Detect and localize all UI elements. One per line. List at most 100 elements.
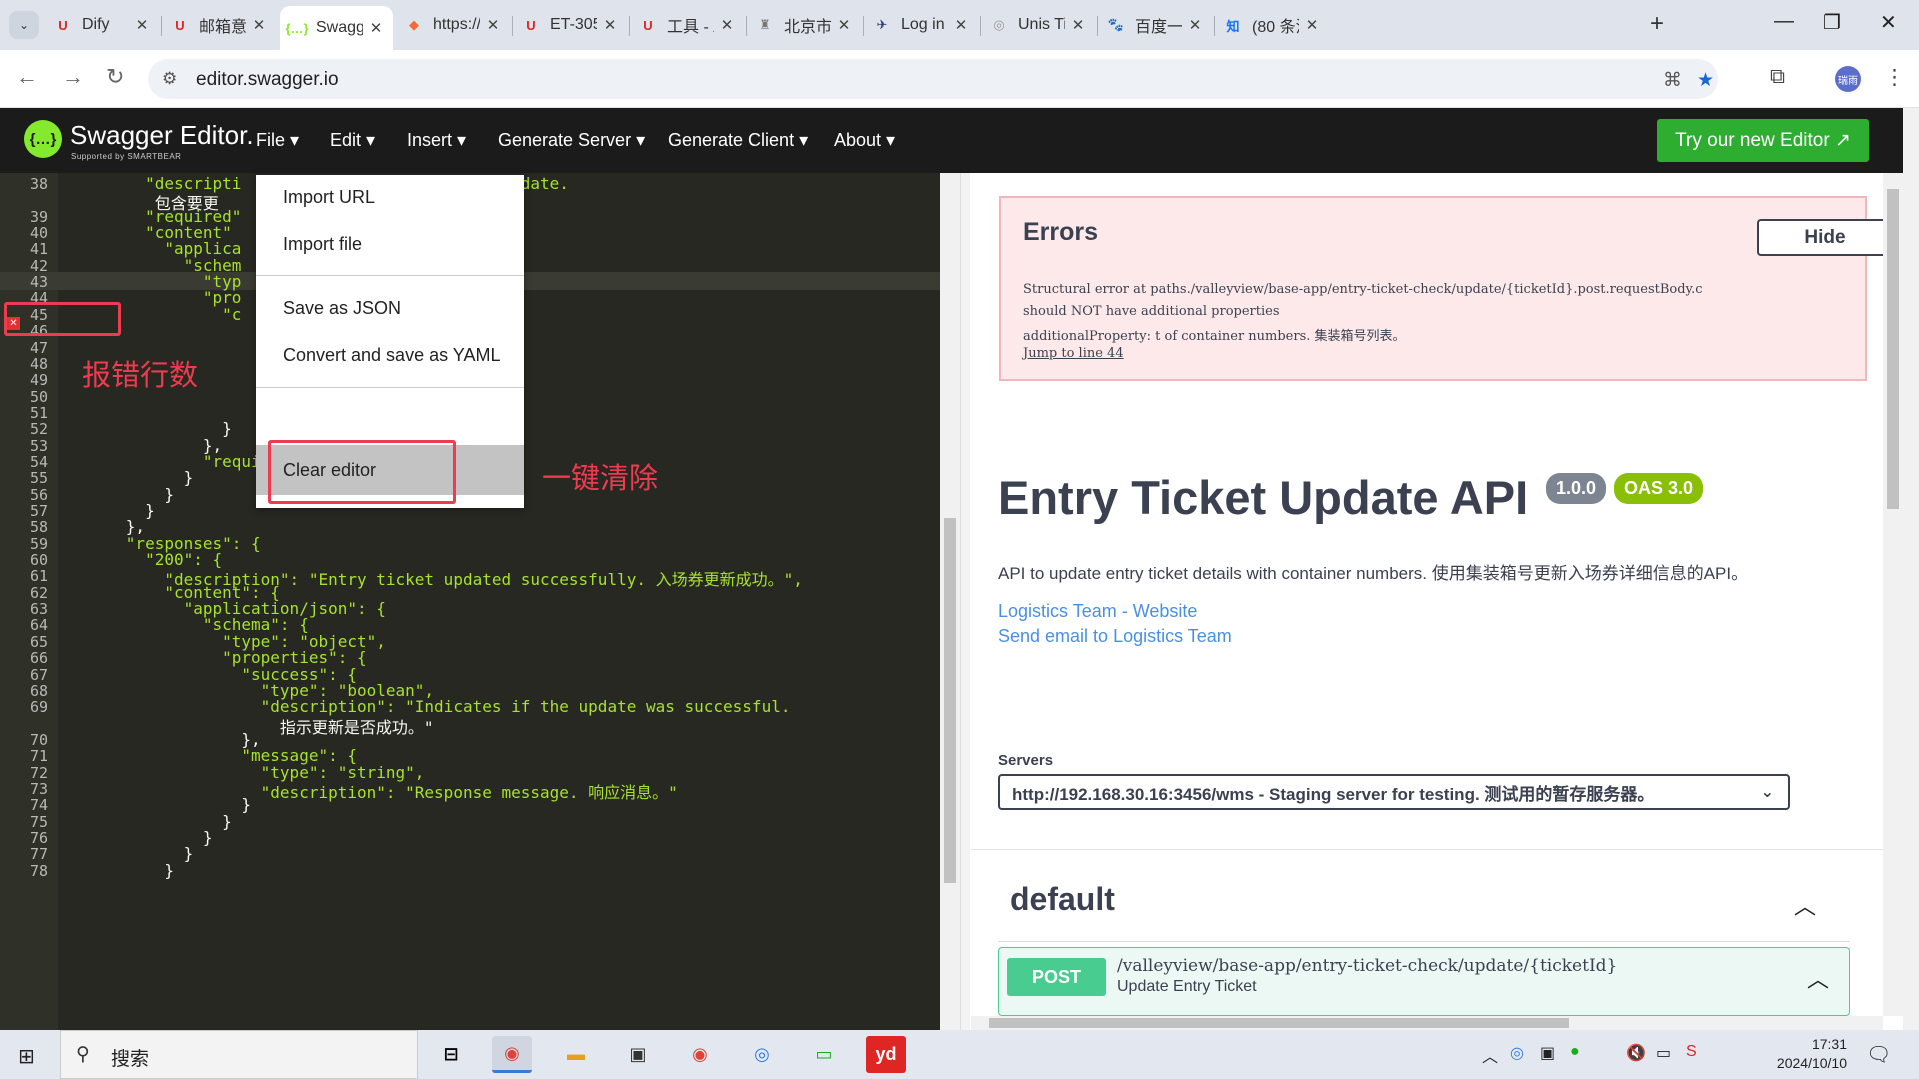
clock-date: 2024/10/10 — [1776, 1055, 1847, 1071]
tab-close-icon[interactable]: ✕ — [1069, 16, 1087, 34]
taskbar-clock[interactable]: 17:31 2024/10/10 — [1761, 1035, 1847, 1073]
browser-tab[interactable]: U 工具 - A✕ — [631, 8, 744, 42]
translate-icon[interactable]: ⌘ — [1663, 69, 1682, 92]
tab-close-icon[interactable]: ✕ — [367, 19, 385, 37]
swagger-logo-icon: {…} — [24, 120, 62, 158]
back-arrow-icon[interactable]: ← — [16, 64, 38, 90]
tab-close-icon[interactable]: ✕ — [484, 16, 502, 34]
menu-edit[interactable]: Edit ▾ — [330, 130, 375, 151]
chevron-up-icon[interactable]: ︿ — [1794, 889, 1816, 921]
windows-start-icon[interactable]: ⊞ — [18, 1044, 35, 1069]
tab-close-icon[interactable]: ✕ — [250, 16, 268, 34]
menu-about[interactable]: About ▾ — [834, 130, 895, 151]
chrome-taskbar-icon[interactable]: ◉ — [680, 1036, 720, 1073]
menu-insert[interactable]: Insert ▾ — [407, 130, 466, 151]
app-icon[interactable]: ▣ — [618, 1036, 658, 1073]
browser-tab[interactable]: U Dify ✕ — [46, 8, 159, 42]
line-number: 43 — [29, 273, 48, 292]
battery-icon[interactable]: ▭ — [1656, 1043, 1671, 1063]
taskbar-search-box[interactable]: ⚲ 搜索 — [60, 1030, 418, 1079]
youdao-icon[interactable]: yd — [866, 1036, 906, 1073]
restore-icon[interactable]: ❐ — [1823, 10, 1841, 35]
forward-arrow-icon[interactable]: → — [62, 64, 84, 90]
menu-item-convert-save-yaml[interactable]: Convert and save as YAML — [256, 333, 524, 377]
browser-tab[interactable]: U 邮箱意 ✕ — [163, 8, 276, 42]
menu-item-import-file[interactable]: Import file — [256, 222, 524, 266]
browser-tab[interactable]: U ET-305 ✕ — [514, 8, 627, 42]
line-number: 63 — [29, 600, 48, 619]
tab-close-icon[interactable]: ✕ — [952, 16, 970, 34]
tab-separator — [161, 16, 162, 36]
page-scrollbar[interactable] — [1903, 108, 1919, 1030]
minimize-icon[interactable]: — — [1774, 10, 1794, 33]
browser-tab[interactable]: ✈ Log in -✕ — [865, 8, 978, 42]
line-number: 52 — [29, 420, 48, 439]
preview-horizontal-scrollbar[interactable] — [971, 1016, 1883, 1030]
jump-to-line-link[interactable]: Jump to line 44 — [1023, 346, 1124, 361]
wechat-icon[interactable]: ▭ — [804, 1036, 844, 1073]
bookmark-star-icon[interactable]: ★ — [1697, 69, 1714, 92]
profile-avatar[interactable]: 瑞雨 — [1835, 66, 1861, 92]
chevron-up-icon[interactable]: ︿ — [1807, 962, 1829, 994]
reload-icon[interactable]: ↻ — [106, 64, 124, 90]
tab-close-icon[interactable]: ✕ — [601, 16, 619, 34]
menu-generate-server[interactable]: Generate Server ▾ — [498, 130, 645, 151]
browser-tab[interactable]: ◆ https://✕ — [397, 8, 510, 42]
browser-tab[interactable]: 🐾 百度一T✕ — [1099, 8, 1212, 42]
omnibox[interactable]: ⚙ editor.swagger.io ⌘ ★ — [148, 59, 1718, 99]
menu-item-import-url[interactable]: Import URL — [256, 175, 524, 219]
servers-label: Servers — [998, 752, 1054, 769]
hscroll-thumb[interactable] — [989, 1018, 1569, 1028]
line-number: 58 — [29, 518, 48, 537]
tab-title: Dify — [82, 16, 110, 33]
tab-close-icon[interactable]: ✕ — [1303, 16, 1321, 34]
pane-splitter[interactable] — [960, 173, 970, 1030]
tab-search-button[interactable]: ⌄ — [9, 11, 39, 39]
extensions-puzzle-icon[interactable]: ⧉ — [1770, 65, 1785, 89]
chevron-down-icon: ⌄ — [1760, 784, 1774, 801]
editor-scroll-thumb[interactable] — [944, 518, 956, 883]
site-info-icon[interactable]: ⚙ — [162, 69, 177, 89]
new-tab-button[interactable]: + — [1650, 10, 1664, 38]
url-text[interactable]: editor.swagger.io — [196, 69, 339, 91]
input-method-icon[interactable]: S — [1686, 1043, 1697, 1061]
servers-select[interactable]: http://192.168.30.16:3456/wms - Staging … — [998, 774, 1790, 810]
menu-item-save-as-json[interactable]: Save as JSON — [256, 286, 524, 330]
tray-chevron-up-icon[interactable]: ︿ — [1482, 1043, 1498, 1067]
browser-tab[interactable]: {…} Swagge✕ — [280, 6, 393, 50]
tab-close-icon[interactable]: ✕ — [133, 16, 151, 34]
tray-app-icon[interactable]: ◎ — [1510, 1043, 1524, 1063]
tray-wechat-icon[interactable]: ● — [1570, 1043, 1580, 1061]
line-number: 78 — [29, 861, 48, 880]
task-view-icon[interactable]: ⊟ — [431, 1036, 471, 1073]
operations-tag-title[interactable]: default — [1010, 881, 1115, 918]
tab-close-icon[interactable]: ✕ — [835, 16, 853, 34]
editor-scrollbar[interactable] — [940, 173, 960, 1030]
tab-close-icon[interactable]: ✕ — [718, 16, 736, 34]
file-explorer-icon[interactable]: ▬ — [556, 1036, 596, 1073]
menu-generate-client[interactable]: Generate Client ▾ — [668, 130, 808, 151]
notifications-icon[interactable]: 🗨 — [1866, 1042, 1891, 1067]
try-new-editor-button[interactable]: Try our new Editor ↗ — [1657, 119, 1869, 162]
chrome-menu-icon[interactable]: ⋮ — [1884, 65, 1905, 90]
hide-errors-button[interactable]: Hide — [1757, 219, 1883, 256]
browser-tab[interactable]: ♜ 北京市 ✕ — [748, 8, 861, 42]
operation-post-block[interactable]: POST /valleyview/base-app/entry-ticket-c… — [998, 947, 1850, 1016]
browser-tab[interactable]: ◎ Unis Tic✕ — [982, 8, 1095, 42]
team-website-link[interactable]: Logistics Team - Website — [998, 601, 1197, 622]
volume-muted-icon[interactable]: 🔇 — [1626, 1043, 1646, 1063]
tab-separator — [1097, 16, 1098, 36]
line-number: 61 — [29, 567, 48, 586]
line-number: 76 — [29, 829, 48, 847]
menu-file[interactable]: File ▾ — [256, 130, 299, 151]
search-app-icon[interactable]: ◎ — [742, 1036, 782, 1073]
chrome-taskbar-icon[interactable]: ◉ — [492, 1036, 532, 1073]
tray-app-icon[interactable]: ▣ — [1540, 1043, 1555, 1063]
preview-scrollbar[interactable] — [1883, 173, 1903, 1016]
team-email-link[interactable]: Send email to Logistics Team — [998, 626, 1232, 647]
preview-scroll-thumb[interactable] — [1887, 189, 1899, 509]
close-window-icon[interactable]: ✕ — [1880, 10, 1897, 35]
tab-close-icon[interactable]: ✕ — [1186, 16, 1204, 34]
browser-tab[interactable]: 知 (80 条消✕ — [1216, 8, 1329, 42]
code-line[interactable]: } — [68, 861, 174, 880]
